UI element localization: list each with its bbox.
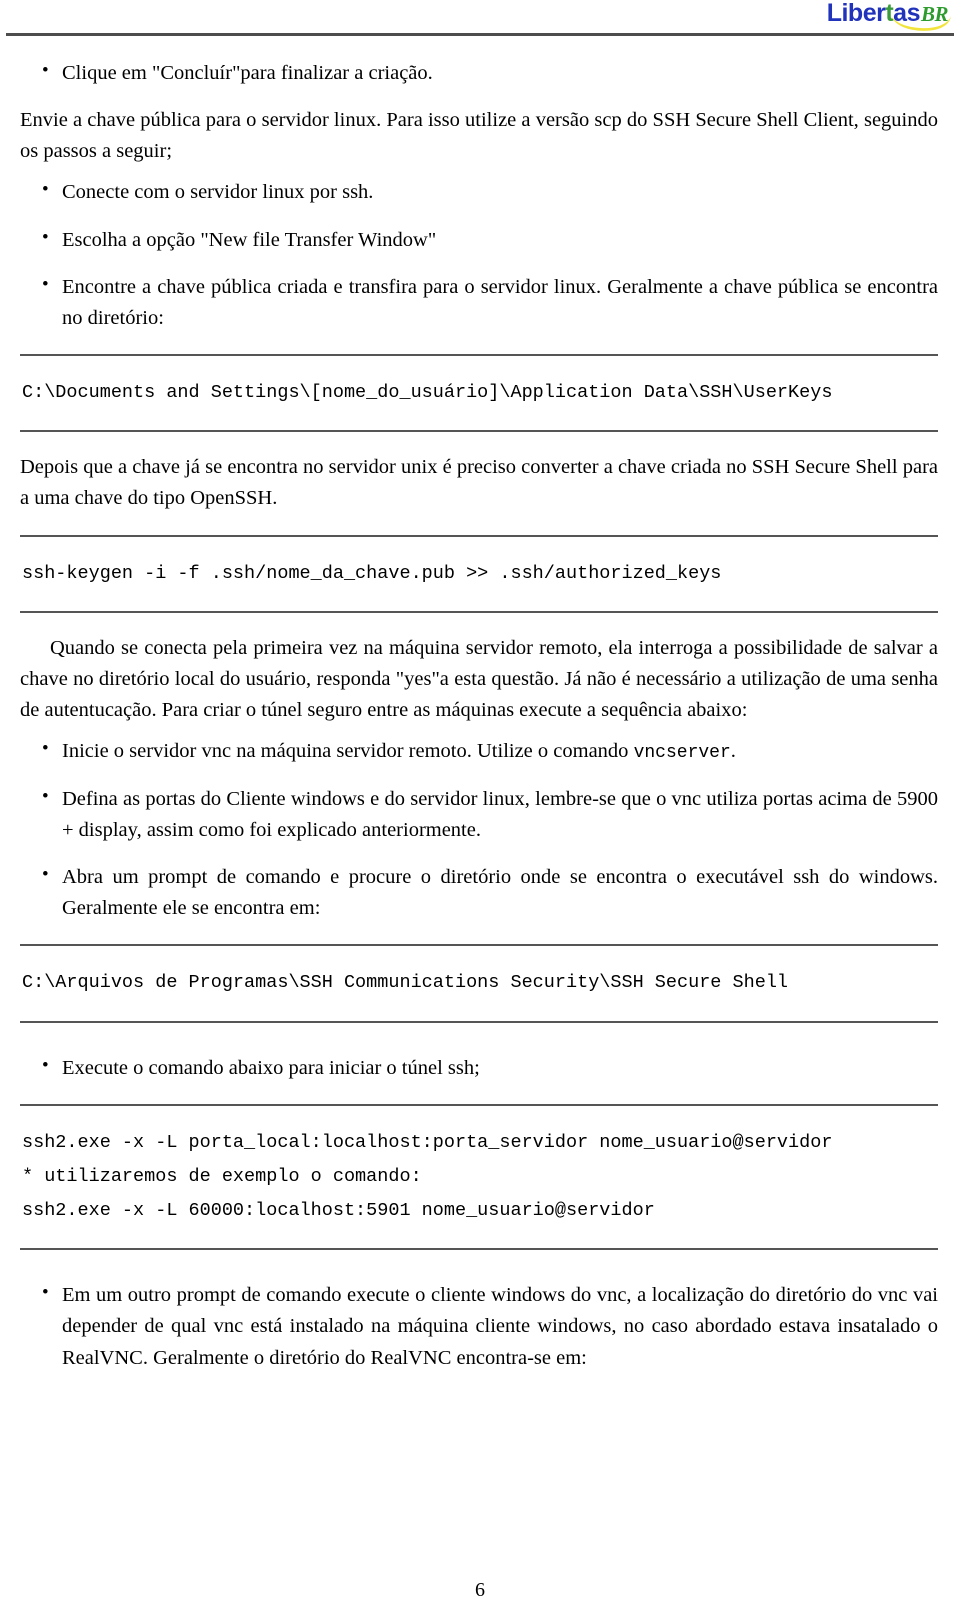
list-item: Execute o comando abaixo para iniciar o … bbox=[20, 1052, 938, 1084]
code-line: C:\Arquivos de Programas\SSH Communicati… bbox=[22, 972, 789, 994]
header-divider bbox=[6, 33, 954, 36]
paragraph-quando-conecta: Quando se conecta pela primeira vez na m… bbox=[20, 636, 938, 722]
bullet-list-conclusao: Clique em "Concluír"para finalizar a cri… bbox=[20, 57, 938, 89]
list-item: Encontre a chave pública criada e transf… bbox=[20, 271, 938, 334]
page-number: 6 bbox=[475, 1579, 485, 1601]
list-item: Em um outro prompt de comando execute o … bbox=[20, 1279, 938, 1373]
inline-code-vncserver: vncserver bbox=[633, 743, 731, 764]
bullet-list-execute-comando: Execute o comando abaixo para iniciar o … bbox=[20, 1052, 938, 1084]
list-item: Inicie o servidor vnc na máquina servido… bbox=[20, 735, 938, 767]
list-item: Escolha a opção "New file Transfer Windo… bbox=[20, 224, 938, 256]
code-block-ssh-keygen: ssh-keygen -i -f .ssh/nome_da_chave.pub … bbox=[20, 534, 938, 613]
code-line: ssh-keygen -i -f .ssh/nome_da_chave.pub … bbox=[22, 562, 722, 584]
list-item: Clique em "Concluír"para finalizar a cri… bbox=[20, 57, 938, 89]
bullet-list-passos-scp: Conecte com o servidor linux por ssh. Es… bbox=[20, 176, 938, 334]
document-body: Clique em "Concluír"para finalizar a cri… bbox=[0, 36, 960, 1374]
list-item-text-post: . bbox=[730, 740, 736, 763]
code-block-ssh2-tunnel: ssh2.exe -x -L porta_local:localhost:por… bbox=[20, 1103, 938, 1251]
code-line: * utilizaremos de exemplo o comando: bbox=[22, 1165, 422, 1187]
page-header: LibertasBR bbox=[0, 0, 960, 36]
list-item: Defina as portas do Cliente windows e do… bbox=[20, 783, 938, 846]
bullet-list-cliente-vnc: Em um outro prompt de comando execute o … bbox=[20, 1279, 938, 1373]
code-line: ssh2.exe -x -L 60000:localhost:5901 nome… bbox=[22, 1200, 655, 1222]
code-block-secure-shell-path: C:\Arquivos de Programas\SSH Communicati… bbox=[20, 944, 938, 1023]
list-item: Conecte com o servidor linux por ssh. bbox=[20, 176, 938, 208]
page-footer: 6 bbox=[0, 1579, 960, 1602]
list-item: Abra um prompt de comando e procure o di… bbox=[20, 861, 938, 924]
paragraph-depois-chave: Depois que a chave já se encontra no ser… bbox=[20, 456, 938, 510]
code-block-userkeys-path: C:\Documents and Settings\[nome_do_usuár… bbox=[20, 354, 938, 433]
logo-swoosh-icon bbox=[891, 16, 951, 31]
list-item-text-pre: Inicie o servidor vnc na máquina servido… bbox=[62, 740, 634, 763]
bullet-list-sequencia-tunel: Inicie o servidor vnc na máquina servido… bbox=[20, 735, 938, 924]
paragraph-envie-chave: Envie a chave pública para o servidor li… bbox=[20, 109, 938, 163]
code-line: ssh2.exe -x -L porta_local:localhost:por… bbox=[22, 1131, 833, 1153]
code-line: C:\Documents and Settings\[nome_do_usuár… bbox=[22, 382, 833, 404]
